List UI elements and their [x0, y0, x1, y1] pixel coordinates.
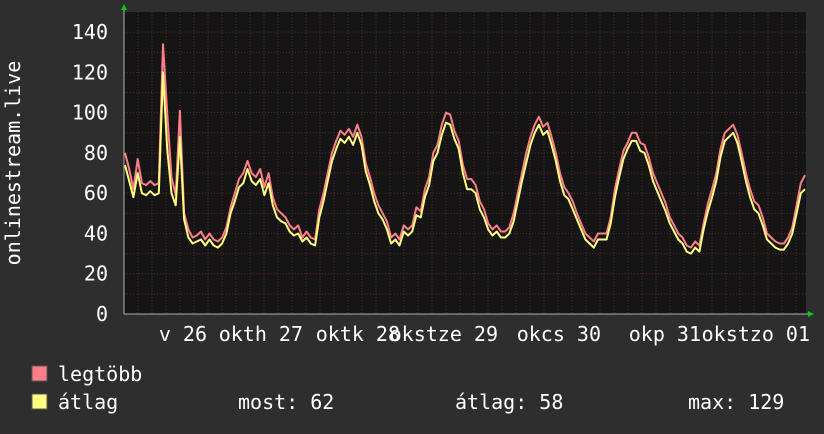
- x-tick-label: okstze 29: [390, 322, 498, 346]
- stat-max: max: 129: [688, 390, 784, 414]
- y-tick-label: 80: [84, 141, 108, 165]
- legend-label-legtobb: legtöbb: [58, 362, 142, 386]
- y-tick-label: 0: [96, 302, 108, 326]
- stat-most: most: 62: [238, 390, 334, 414]
- legend-swatch-atlag: [31, 393, 48, 410]
- x-tick-label: okth 27: [219, 322, 303, 346]
- plot-area: [124, 12, 806, 314]
- legend-swatch-legtobb: [31, 365, 48, 382]
- line-chart: 0 20 40 60 80 100 120 140 onlinestream.live v 26 o…: [1, 4, 814, 414]
- x-tick-label: v 26: [159, 322, 207, 346]
- y-axis-label: onlinestream.live: [1, 61, 25, 266]
- y-tick-label: 20: [84, 262, 108, 286]
- chart-root: 0 20 40 60 80 100 120 140 onlinestream.live v 26 o…: [0, 0, 824, 430]
- stat-atlag: átlag: 58: [455, 390, 563, 414]
- x-tick-label: okcs 30: [517, 322, 601, 346]
- y-tick-label: 60: [84, 181, 108, 205]
- y-tick-label: 100: [72, 101, 108, 125]
- x-axis-arrow: [808, 311, 814, 317]
- y-tick-label: 140: [72, 20, 108, 44]
- y-axis-arrow: [121, 4, 127, 10]
- x-tick-label: okstzo 01: [702, 322, 810, 346]
- x-tick-label: oktk 28: [316, 322, 400, 346]
- y-tick-label: 120: [72, 60, 108, 84]
- legend-label-atlag: átlag: [58, 390, 118, 414]
- y-tick-label: 40: [84, 221, 108, 245]
- x-tick-label: okp 31: [629, 322, 701, 346]
